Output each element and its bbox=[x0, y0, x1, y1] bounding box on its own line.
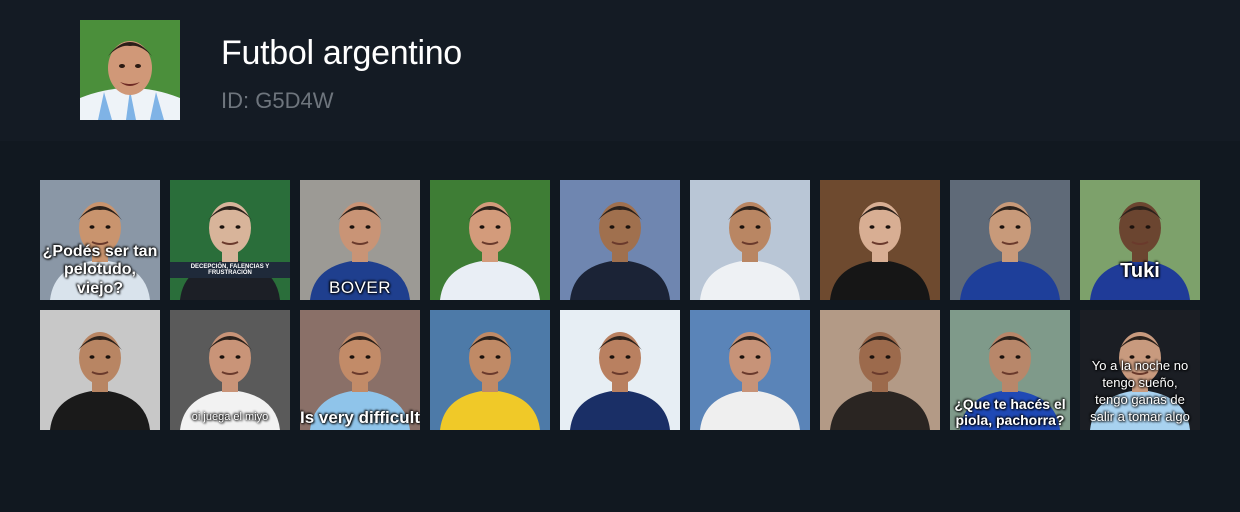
pack-cover-player-icon bbox=[80, 20, 180, 120]
sticker-image bbox=[700, 202, 800, 300]
sticker-13[interactable] bbox=[430, 310, 550, 430]
sticker-3[interactable]: BOVER bbox=[300, 180, 420, 300]
sticker-4[interactable] bbox=[430, 180, 550, 300]
sticker-caption: Is very difficult bbox=[300, 408, 420, 428]
sticker-caption: Yo a la noche no tengo sueño, tengo gana… bbox=[1090, 358, 1190, 424]
sticker-image bbox=[440, 202, 540, 300]
sticker-image bbox=[830, 202, 930, 300]
sticker-image bbox=[960, 202, 1060, 300]
sticker-11[interactable]: oi juega el miyo bbox=[170, 310, 290, 430]
sticker-caption: ¿Podés ser tan pelotudo, viejo? bbox=[42, 242, 158, 297]
sticker-banner: DECEPCIÓN, FALENCIAS Y FRUSTRACIÓN bbox=[170, 262, 290, 278]
sticker-image bbox=[440, 332, 540, 430]
sticker-16[interactable] bbox=[820, 310, 940, 430]
sticker-12[interactable]: Is very difficult bbox=[300, 310, 420, 430]
sticker-caption: ¿Que te hacés el piola, pachorra? bbox=[954, 395, 1066, 428]
sticker-14[interactable] bbox=[560, 310, 680, 430]
sticker-1[interactable]: ¿Podés ser tan pelotudo, viejo? bbox=[40, 180, 160, 300]
sticker-9[interactable]: Tuki bbox=[1080, 180, 1200, 300]
pack-header: Futbol argentino ID: G5D4W bbox=[0, 0, 1240, 141]
sticker-image bbox=[830, 332, 930, 430]
sticker-5[interactable] bbox=[560, 180, 680, 300]
sticker-8[interactable] bbox=[950, 180, 1070, 300]
sticker-10[interactable] bbox=[40, 310, 160, 430]
sticker-caption: oi juega el miyo bbox=[191, 411, 269, 424]
sticker-grid: ¿Podés ser tan pelotudo, viejo? DECEPCIÓ… bbox=[40, 180, 1200, 430]
sticker-2[interactable]: DECEPCIÓN, FALENCIAS Y FRUSTRACIÓN bbox=[170, 180, 290, 300]
sticker-6[interactable] bbox=[690, 180, 810, 300]
sticker-image bbox=[570, 332, 670, 430]
sticker-18[interactable]: Yo a la noche no tengo sueño, tengo gana… bbox=[1080, 310, 1200, 430]
sticker-image bbox=[180, 202, 280, 300]
sticker-image bbox=[570, 202, 670, 300]
pack-thumbnail bbox=[80, 20, 180, 120]
sticker-image bbox=[700, 332, 800, 430]
pack-title: Futbol argentino bbox=[221, 34, 462, 72]
sticker-7[interactable] bbox=[820, 180, 940, 300]
sticker-17[interactable]: ¿Que te hacés el piola, pachorra? bbox=[950, 310, 1070, 430]
sticker-15[interactable] bbox=[690, 310, 810, 430]
sticker-caption: BOVER bbox=[328, 278, 392, 298]
sticker-image bbox=[50, 332, 150, 430]
pack-id: ID: G5D4W bbox=[221, 88, 334, 113]
sticker-caption: Tuki bbox=[1120, 260, 1160, 282]
